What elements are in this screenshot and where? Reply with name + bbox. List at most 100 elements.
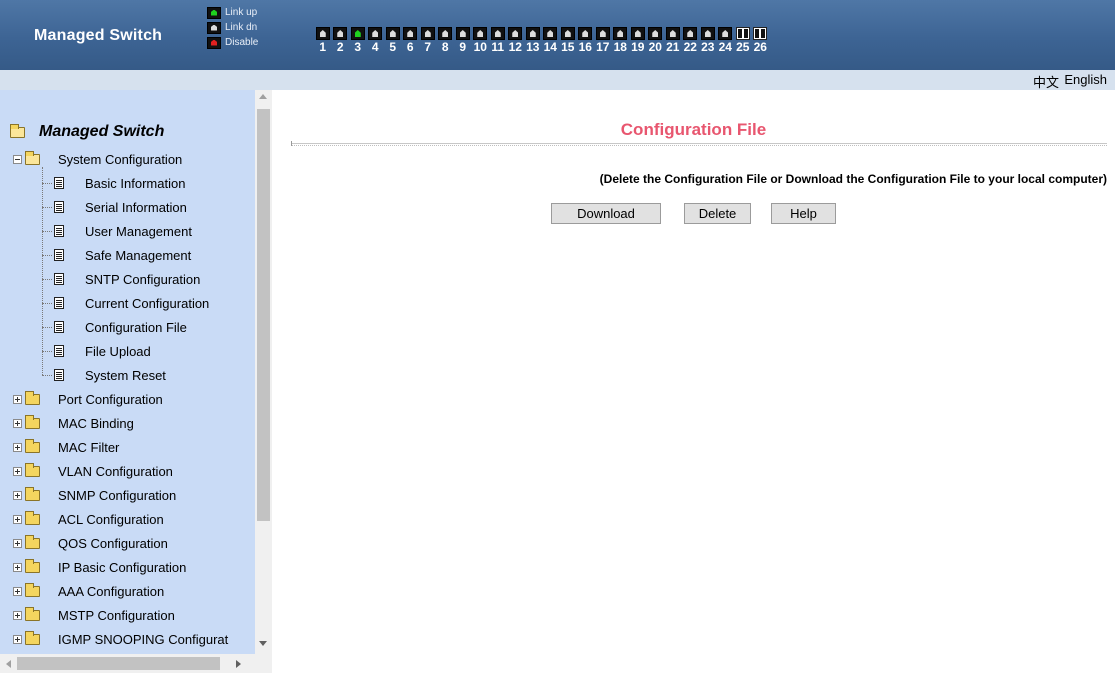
collapse-icon[interactable] xyxy=(13,154,22,164)
tree-item-sntp-configuration[interactable]: SNTP Configuration xyxy=(0,267,200,291)
chinese-language-link[interactable]: 中文 xyxy=(1033,72,1059,91)
vertical-scroll-thumb[interactable] xyxy=(257,109,270,521)
folder-icon xyxy=(25,630,40,645)
port-8[interactable]: 8 xyxy=(437,27,455,54)
main-content: Configuration File (Delete the Configura… xyxy=(272,90,1115,673)
tree-item-configuration-file[interactable]: Configuration File xyxy=(0,315,187,339)
tree-item-current-configuration[interactable]: Current Configuration xyxy=(0,291,209,315)
ethernet-port-icon xyxy=(333,27,348,40)
port-number: 12 xyxy=(508,40,522,54)
tree-folder-mac-filter[interactable]: MAC Filter xyxy=(0,435,119,459)
port-number: 22 xyxy=(683,40,697,54)
ethernet-port-icon xyxy=(455,27,470,40)
folder-icon xyxy=(25,486,40,501)
port-3[interactable]: 3 xyxy=(349,27,367,54)
tree-folder-igmp-snooping-configurat[interactable]: IGMP SNOOPING Configurat xyxy=(0,627,228,651)
ethernet-port-icon xyxy=(403,27,418,40)
tree-folder-acl-configuration[interactable]: ACL Configuration xyxy=(0,507,164,531)
expand-icon[interactable] xyxy=(13,634,22,644)
tree-item-serial-information[interactable]: Serial Information xyxy=(0,195,187,219)
port-number: 6 xyxy=(406,40,414,54)
expand-icon[interactable] xyxy=(13,442,22,452)
tree-folder-aaa-configuration[interactable]: AAA Configuration xyxy=(0,579,164,603)
tree-folder-mstp-configuration[interactable]: MSTP Configuration xyxy=(0,603,175,627)
scroll-up-icon[interactable] xyxy=(259,94,267,99)
port-1[interactable]: 1 xyxy=(314,27,332,54)
port-26[interactable]: 26 xyxy=(752,27,770,54)
download-button[interactable]: Download xyxy=(551,203,661,224)
expand-icon[interactable] xyxy=(13,586,22,596)
expand-icon[interactable] xyxy=(13,394,22,404)
tree-folder-label: SNMP Configuration xyxy=(58,487,177,503)
port-24[interactable]: 24 xyxy=(717,27,735,54)
port-18[interactable]: 18 xyxy=(612,27,630,54)
tree-folder-qos-configuration[interactable]: QOS Configuration xyxy=(0,531,168,555)
port-21[interactable]: 21 xyxy=(664,27,682,54)
scroll-right-icon[interactable] xyxy=(236,660,241,668)
port-number: 23 xyxy=(701,40,715,54)
scroll-down-icon[interactable] xyxy=(259,641,267,646)
tree-folder-snmp-configuration[interactable]: SNMP Configuration xyxy=(0,483,176,507)
port-19[interactable]: 19 xyxy=(629,27,647,54)
port-17[interactable]: 17 xyxy=(594,27,612,54)
expand-icon[interactable] xyxy=(13,562,22,572)
port-number: 19 xyxy=(631,40,645,54)
port-7[interactable]: 7 xyxy=(419,27,437,54)
folder-icon xyxy=(25,534,40,549)
ethernet-port-icon xyxy=(525,27,540,40)
delete-button[interactable]: Delete xyxy=(684,203,751,224)
port-12[interactable]: 12 xyxy=(507,27,525,54)
scroll-left-icon[interactable] xyxy=(6,660,11,668)
ethernet-port-icon xyxy=(683,27,698,40)
port-6[interactable]: 6 xyxy=(402,27,420,54)
port-number: 17 xyxy=(596,40,610,54)
ethernet-port-icon xyxy=(578,27,593,40)
tree-folder-mac-binding[interactable]: MAC Binding xyxy=(0,411,134,435)
port-15[interactable]: 15 xyxy=(559,27,577,54)
port-20[interactable]: 20 xyxy=(647,27,665,54)
port-13[interactable]: 13 xyxy=(524,27,542,54)
port-10[interactable]: 10 xyxy=(472,27,490,54)
port-4[interactable]: 4 xyxy=(367,27,385,54)
tree-item-label: User Management xyxy=(85,223,192,239)
tree-item-safe-management[interactable]: Safe Management xyxy=(0,243,191,267)
tree-folder-vlan-configuration[interactable]: VLAN Configuration xyxy=(0,459,173,483)
english-language-link[interactable]: English xyxy=(1064,72,1107,87)
port-5[interactable]: 5 xyxy=(384,27,402,54)
port-9[interactable]: 9 xyxy=(454,27,472,54)
tree-folder-system-configuration[interactable]: System Configuration xyxy=(0,147,182,171)
port-22[interactable]: 22 xyxy=(682,27,700,54)
horizontal-scroll-thumb[interactable] xyxy=(17,657,220,670)
port-number: 21 xyxy=(666,40,680,54)
tree-folder-ip-basic-configuration[interactable]: IP Basic Configuration xyxy=(0,555,186,579)
disable-icon xyxy=(207,36,221,49)
port-14[interactable]: 14 xyxy=(542,27,560,54)
expand-icon[interactable] xyxy=(13,610,22,620)
tree-folder-label: System Configuration xyxy=(58,151,183,167)
expand-icon[interactable] xyxy=(13,418,22,428)
port-25[interactable]: 25 xyxy=(734,27,752,54)
expand-icon[interactable] xyxy=(13,538,22,548)
port-23[interactable]: 23 xyxy=(699,27,717,54)
folder-icon xyxy=(25,510,40,525)
port-11[interactable]: 11 xyxy=(489,27,507,54)
tree-folder-label: MAC Filter xyxy=(58,439,120,455)
horizontal-scrollbar[interactable] xyxy=(0,654,272,673)
help-button[interactable]: Help xyxy=(771,203,836,224)
port-16[interactable]: 16 xyxy=(577,27,595,54)
tree-item-system-reset[interactable]: System Reset xyxy=(0,363,166,387)
tree-folder-port-configuration[interactable]: Port Configuration xyxy=(0,387,163,411)
port-number: 26 xyxy=(753,40,767,54)
legend-disable: Disable xyxy=(207,35,258,50)
tree-item-file-upload[interactable]: File Upload xyxy=(0,339,151,363)
page-title: Configuration File xyxy=(620,120,767,139)
expand-icon[interactable] xyxy=(13,490,22,500)
expand-icon[interactable] xyxy=(13,514,22,524)
tree-item-basic-information[interactable]: Basic Information xyxy=(0,171,185,195)
vertical-scrollbar[interactable] xyxy=(255,90,272,654)
tree-item-user-management[interactable]: User Management xyxy=(0,219,192,243)
port-2[interactable]: 2 xyxy=(332,27,350,54)
expand-icon[interactable] xyxy=(13,466,22,476)
tree-root[interactable]: Managed Switch xyxy=(10,123,164,141)
tree-connector xyxy=(42,279,52,280)
